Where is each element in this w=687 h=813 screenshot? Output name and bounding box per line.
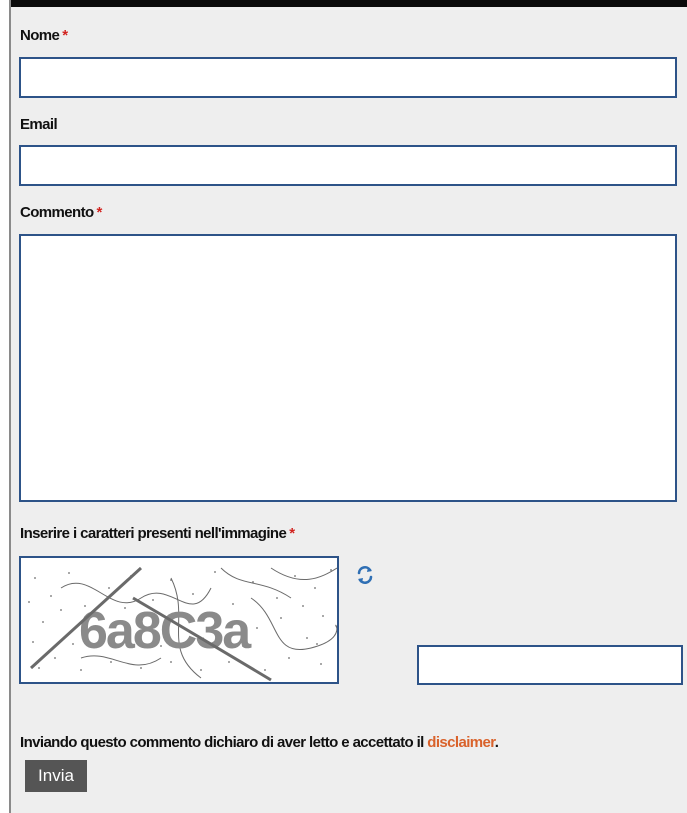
email-input[interactable] <box>19 145 677 186</box>
top-border <box>9 0 687 7</box>
disclaimer-prefix: Inviando questo commento dichiaro di ave… <box>20 734 428 751</box>
submit-button[interactable]: Invia <box>25 760 87 792</box>
comment-textarea[interactable] <box>19 234 677 502</box>
captcha-characters: 6a8C3a <box>79 602 252 660</box>
disclaimer-statement: Inviando questo commento dichiaro di ave… <box>20 734 499 751</box>
name-label-text: Nome <box>20 27 60 44</box>
captcha-label-text: Inserire i caratteri presenti nell'immag… <box>20 525 287 542</box>
required-marker: * <box>289 525 295 542</box>
captcha-graphic: 6a8C3a <box>21 558 337 682</box>
comment-label-text: Commento <box>20 204 94 221</box>
refresh-icon-graphic <box>357 566 373 584</box>
captcha-input[interactable] <box>417 645 683 685</box>
refresh-icon[interactable] <box>355 565 375 585</box>
captcha-image: 6a8C3a <box>19 556 339 684</box>
comment-label: Commento * <box>20 204 102 221</box>
required-marker: * <box>96 204 103 221</box>
email-label-text: Email <box>20 116 58 133</box>
name-label: Nome * <box>20 27 68 44</box>
email-label: Email <box>20 116 58 133</box>
comment-form: Nome * Email Commento * Inserire i caratte… <box>11 7 687 813</box>
disclaimer-suffix: . <box>494 734 499 751</box>
name-input[interactable] <box>19 57 677 98</box>
required-marker: * <box>62 27 68 44</box>
captcha-label: Inserire i caratteri presenti nell'immag… <box>20 525 295 542</box>
disclaimer-link[interactable]: disclaimer <box>427 734 495 751</box>
